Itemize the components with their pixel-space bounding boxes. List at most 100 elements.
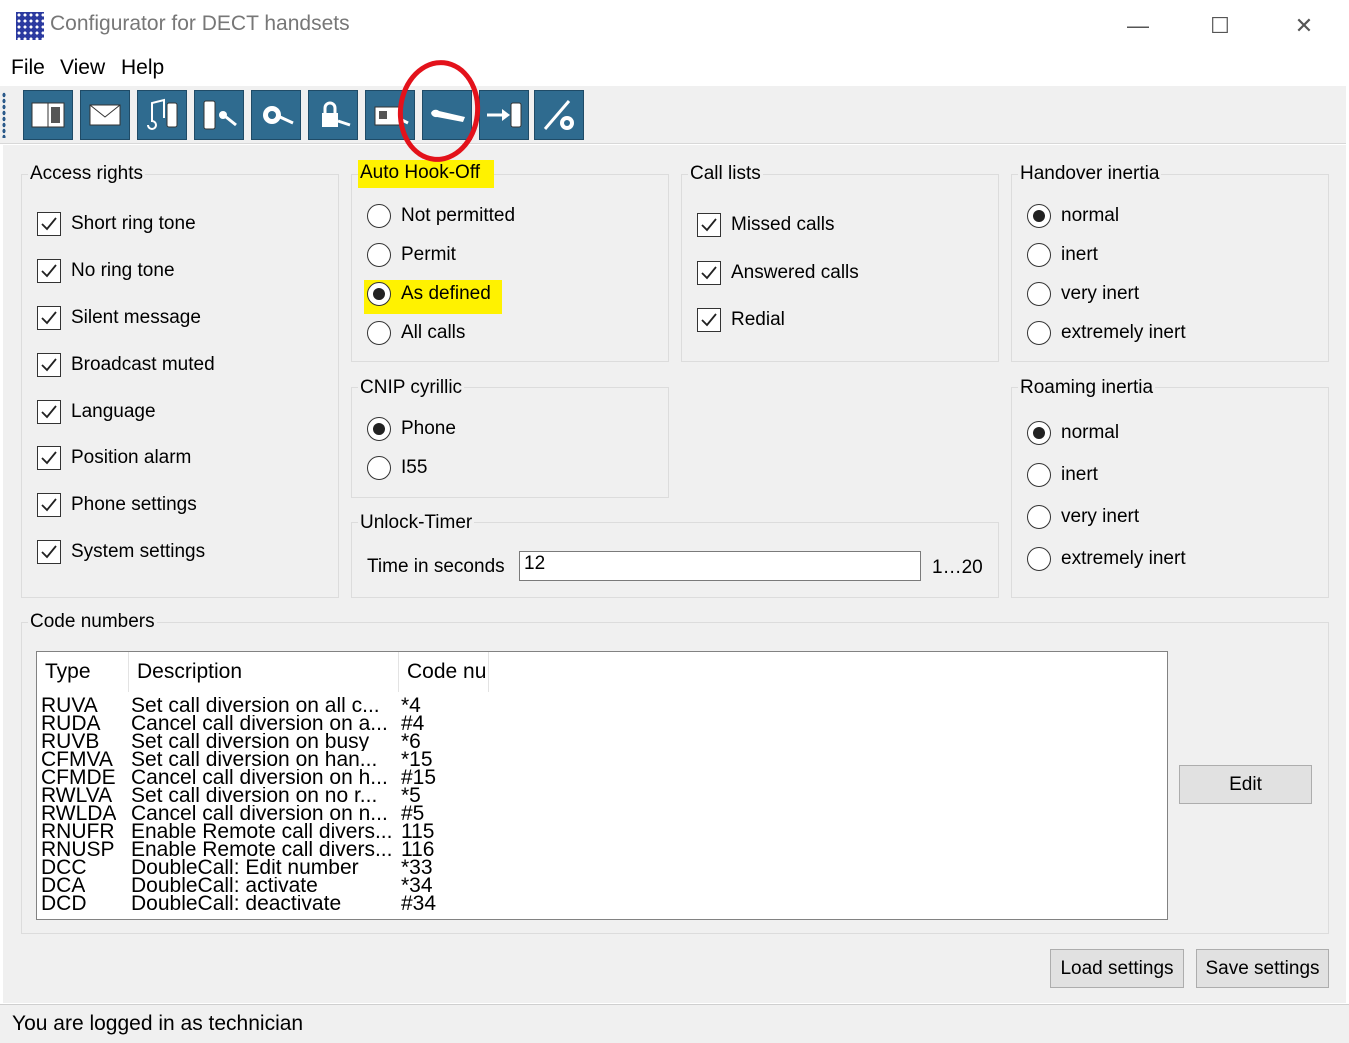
checkbox-broadcast-muted[interactable]: Broadcast muted [37,353,215,377]
handover-inertia-title: Handover inertia [1018,163,1162,185]
radio-cnip-phone[interactable]: Phone [367,417,456,441]
toolbar-grip[interactable] [2,92,6,138]
checkbox-label: Missed calls [731,214,835,235]
check-icon [697,308,721,332]
save-settings-button[interactable]: Save settings [1196,949,1329,988]
radio-icon [1027,243,1051,267]
checkbox-no-ring-tone[interactable]: No ring tone [37,259,175,283]
radio-roaming-very-inert[interactable]: very inert [1027,505,1139,529]
handset-book-icon[interactable] [23,90,73,140]
cell-type: RUVB [41,733,100,751]
cnip-title: CNIP cyrillic [358,377,465,399]
radio-label: normal [1061,205,1120,226]
radio-icon [1027,547,1051,571]
cell-description: Set call diversion on han... [131,751,378,769]
maximize-button[interactable]: ☐ [1196,8,1244,44]
transfer-phone-icon[interactable] [479,90,529,140]
code-numbers-table[interactable]: Type Description Code nu RUVA Set call di… [36,651,1168,920]
radio-handover-inert[interactable]: inert [1027,243,1098,267]
table-row[interactable]: DCA DoubleCall: activate *34 [41,877,1141,895]
checkbox-system-settings[interactable]: System settings [37,540,205,564]
menu-help[interactable]: Help [121,56,164,80]
checkbox-redial[interactable]: Redial [697,308,785,332]
table-row[interactable]: RNUSP Enable Remote call divers... 116 [41,841,1141,859]
cell-code: *4 [401,697,421,715]
cell-code: *33 [401,859,433,877]
radio-cnip-i55[interactable]: I55 [367,456,427,480]
radio-label: I55 [401,457,428,478]
menu-view[interactable]: View [60,56,105,80]
check-icon [37,400,61,424]
column-header-code-number[interactable]: Code nu [399,652,489,692]
checkbox-missed-calls[interactable]: Missed calls [697,213,834,237]
check-icon [697,213,721,237]
checkbox-position-alarm[interactable]: Position alarm [37,446,191,470]
checkbox-silent-message[interactable]: Silent message [37,306,201,330]
table-row[interactable]: RNUFR Enable Remote call divers... 115 [41,823,1141,841]
table-row[interactable]: DCC DoubleCall: Edit number *33 [41,859,1141,877]
checkbox-label: No ring tone [71,260,175,281]
radio-label: Phone [401,418,456,439]
checkbox-language[interactable]: Language [37,400,156,424]
menu-file[interactable]: File [11,56,45,80]
edit-button[interactable]: Edit [1179,765,1312,804]
radio-all-calls[interactable]: All calls [367,321,465,345]
close-button[interactable]: ✕ [1280,8,1328,44]
cell-type: RUDA [41,715,101,733]
radio-label: Permit [401,244,456,265]
check-icon [37,212,61,236]
radio-handover-extremely-inert[interactable]: extremely inert [1027,321,1186,345]
check-icon [37,540,61,564]
checkbox-short-ring-tone[interactable]: Short ring tone [37,212,196,236]
table-row[interactable]: RUVA Set call diversion on all c... *4 [41,697,1141,715]
time-in-seconds-input[interactable]: 12 [519,551,921,581]
table-row[interactable]: RWLVA Set call diversion on no r... *5 [41,787,1141,805]
cell-type: RNUFR [41,823,115,841]
radio-selected-icon [367,282,391,306]
radio-handover-normal[interactable]: normal [1027,204,1119,228]
cell-type: RUVA [41,697,98,715]
code-numbers-title: Code numbers [28,611,157,633]
minimize-button[interactable]: — [1114,8,1162,44]
cell-type: DCD [41,895,87,913]
phone-gear-icon[interactable] [251,90,301,140]
radio-label: inert [1061,464,1098,485]
auto-hook-off-title: Auto Hook-Off [358,160,495,188]
table-row[interactable]: RUVB Set call diversion on busy *6 [41,733,1141,751]
radio-label: normal [1061,422,1120,443]
radio-roaming-extremely-inert[interactable]: extremely inert [1027,547,1186,571]
cell-code: #34 [401,895,437,913]
radio-icon [367,456,391,480]
table-row[interactable]: CFMDE Cancel call diversion on h... #15 [41,769,1141,787]
cell-code: *5 [401,787,421,805]
phone-key-icon[interactable] [194,90,244,140]
table-row[interactable]: RUDA Cancel call diversion on a... #4 [41,715,1141,733]
radio-permit[interactable]: Permit [367,243,456,267]
envelope-icon[interactable] [80,90,130,140]
radio-not-permitted[interactable]: Not permitted [367,204,515,228]
menu-bar [0,54,1349,86]
cell-code: *34 [401,877,433,895]
load-settings-button[interactable]: Load settings [1050,949,1184,988]
table-row[interactable]: DCD DoubleCall: deactivate #34 [41,895,1141,913]
music-phone-icon[interactable] [137,90,187,140]
cell-type: CFMDE [41,769,116,787]
lock-icon[interactable] [308,90,358,140]
table-row[interactable]: RWLDA Cancel call diversion on n... #5 [41,805,1141,823]
radio-as-defined[interactable]: As defined [367,282,491,306]
checkbox-answered-calls[interactable]: Answered calls [697,261,859,285]
column-header-description[interactable]: Description [129,652,399,692]
radio-roaming-inert[interactable]: inert [1027,463,1098,487]
radio-icon [367,204,391,228]
column-header-type[interactable]: Type [37,652,129,692]
checkbox-phone-settings[interactable]: Phone settings [37,493,197,517]
table-row[interactable]: CFMVA Set call diversion on han... *15 [41,751,1141,769]
check-icon [37,446,61,470]
cell-code: *6 [401,733,421,751]
pen-gear-icon[interactable] [534,90,584,140]
checkbox-label: Position alarm [71,447,192,468]
radio-selected-icon [1027,421,1051,445]
radio-label: All calls [401,322,466,343]
radio-roaming-normal[interactable]: normal [1027,421,1119,445]
radio-handover-very-inert[interactable]: very inert [1027,282,1139,306]
